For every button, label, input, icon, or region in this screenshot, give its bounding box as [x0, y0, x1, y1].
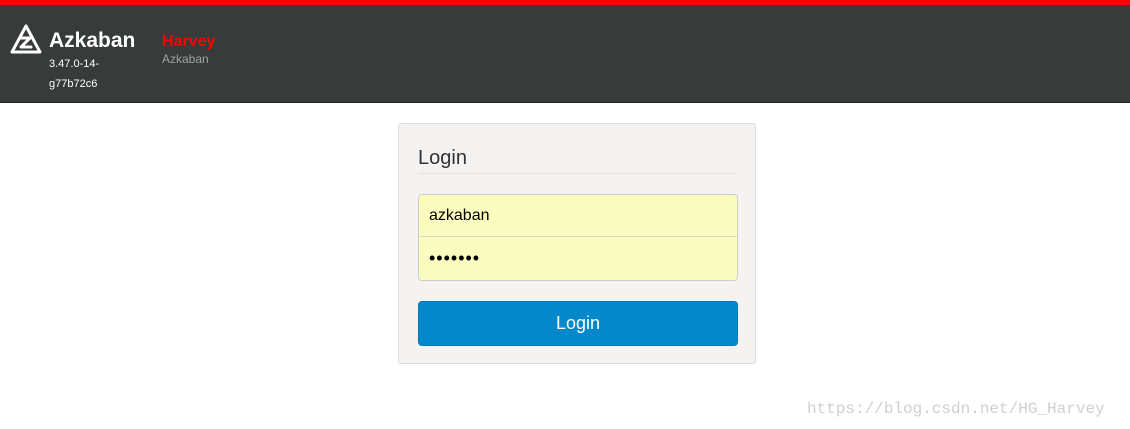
azkaban-logo-icon[interactable]: [10, 24, 42, 56]
password-input[interactable]: [419, 237, 737, 279]
credentials-group: [418, 194, 738, 281]
navbar: Azkaban 3.47.0-14-g77b72c6 Harvey Azkaba…: [0, 5, 1130, 103]
login-title: Login: [418, 146, 738, 174]
version-label: 3.47.0-14-g77b72c6: [49, 58, 100, 90]
environment-name: Harvey: [162, 33, 216, 50]
login-panel: Login Login: [398, 123, 756, 364]
brand-name[interactable]: Azkaban: [49, 29, 135, 53]
login-button[interactable]: Login: [418, 301, 738, 346]
username-input[interactable]: [419, 195, 737, 237]
environment-description: Azkaban: [162, 52, 209, 66]
watermark-text: https://blog.csdn.net/HG_Harvey: [807, 400, 1105, 418]
